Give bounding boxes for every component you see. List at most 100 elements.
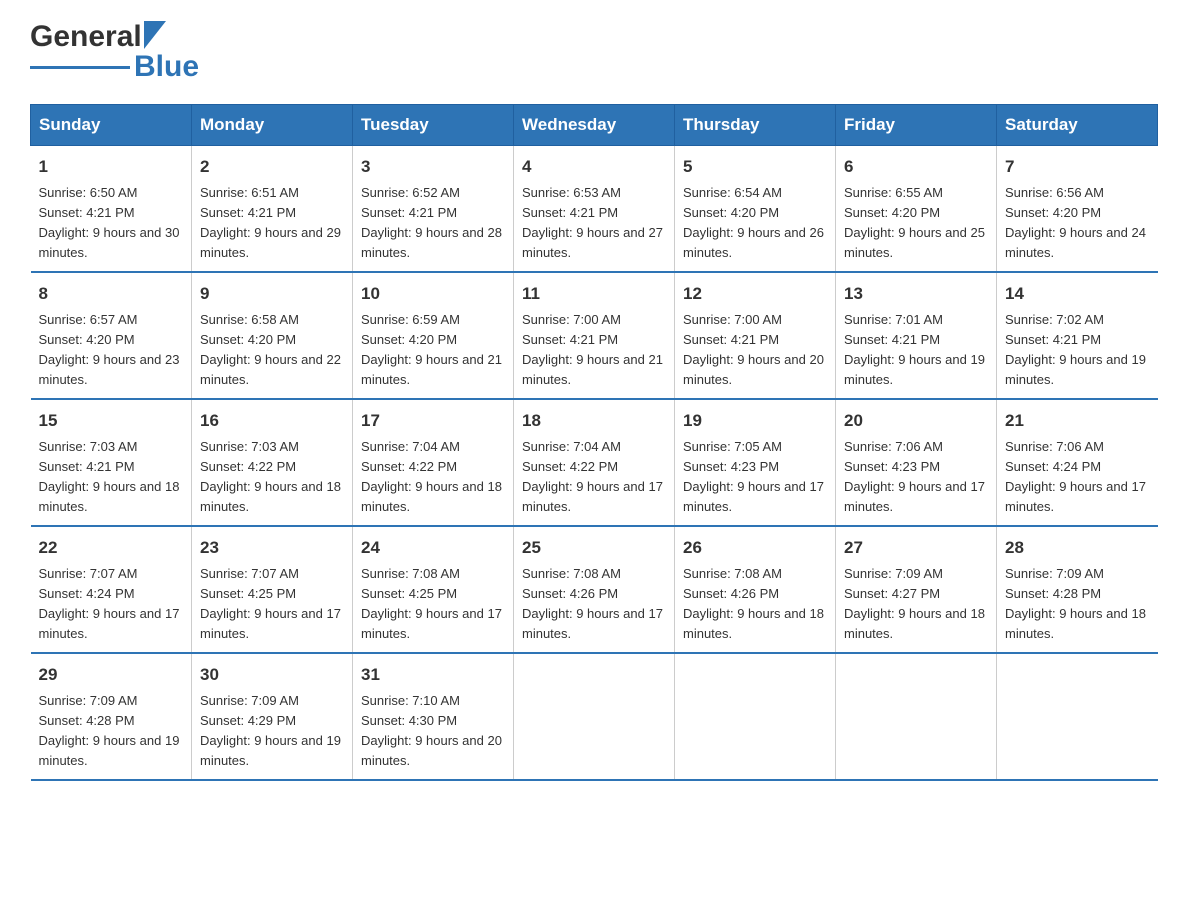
day-number: 22	[39, 535, 184, 561]
calendar-cell: 3Sunrise: 6:52 AMSunset: 4:21 PMDaylight…	[353, 146, 514, 273]
week-row-2: 8 Sunrise: 6:57 AMSunset: 4:20 PMDaylight…	[31, 272, 1158, 399]
day-info: Sunrise: 7:03 AMSunset: 4:22 PMDaylight:…	[200, 437, 344, 518]
header-tuesday: Tuesday	[353, 105, 514, 146]
day-number: 29	[39, 662, 184, 688]
day-info: Sunrise: 7:07 AMSunset: 4:25 PMDaylight:…	[200, 564, 344, 645]
day-number: 8	[39, 281, 184, 307]
week-row-5: 29 Sunrise: 7:09 AMSunset: 4:28 PMDayligh…	[31, 653, 1158, 780]
calendar-cell: 24 Sunrise: 7:08 AMSunset: 4:25 PMDayligh…	[353, 526, 514, 653]
calendar-cell: 13Sunrise: 7:01 AMSunset: 4:21 PMDayligh…	[836, 272, 997, 399]
day-info: Sunrise: 7:10 AMSunset: 4:30 PMDaylight:…	[361, 691, 505, 772]
calendar-cell: 25 Sunrise: 7:08 AMSunset: 4:26 PMDayligh…	[514, 526, 675, 653]
day-number: 20	[844, 408, 988, 434]
day-number: 9	[200, 281, 344, 307]
header-row: SundayMondayTuesdayWednesdayThursdayFrid…	[31, 105, 1158, 146]
header-monday: Monday	[192, 105, 353, 146]
calendar-cell: 9 Sunrise: 6:58 AMSunset: 4:20 PMDaylight…	[192, 272, 353, 399]
day-number: 24	[361, 535, 505, 561]
calendar-table: SundayMondayTuesdayWednesdayThursdayFrid…	[30, 104, 1158, 781]
day-number: 4	[522, 154, 666, 180]
calendar-cell: 26Sunrise: 7:08 AMSunset: 4:26 PMDayligh…	[675, 526, 836, 653]
header-sunday: Sunday	[31, 105, 192, 146]
logo-blue: Blue	[134, 50, 199, 84]
logo-general: General	[30, 20, 142, 54]
day-number: 10	[361, 281, 505, 307]
calendar-cell	[997, 653, 1158, 780]
day-info: Sunrise: 6:58 AMSunset: 4:20 PMDaylight:…	[200, 310, 344, 391]
day-number: 25	[522, 535, 666, 561]
day-info: Sunrise: 6:57 AMSunset: 4:20 PMDaylight:…	[39, 310, 184, 391]
calendar-cell: 28 Sunrise: 7:09 AMSunset: 4:28 PMDayligh…	[997, 526, 1158, 653]
day-info: Sunrise: 7:09 AMSunset: 4:28 PMDaylight:…	[39, 691, 184, 772]
day-info: Sunrise: 7:08 AMSunset: 4:26 PMDaylight:…	[522, 564, 666, 645]
day-info: Sunrise: 6:54 AMSunset: 4:20 PMDaylight:…	[683, 183, 827, 264]
day-info: Sunrise: 7:04 AMSunset: 4:22 PMDaylight:…	[522, 437, 666, 518]
day-number: 7	[1005, 154, 1150, 180]
day-number: 3	[361, 154, 505, 180]
calendar-cell: 7Sunrise: 6:56 AMSunset: 4:20 PMDaylight…	[997, 146, 1158, 273]
calendar-cell: 1Sunrise: 6:50 AMSunset: 4:21 PMDaylight…	[31, 146, 192, 273]
day-info: Sunrise: 7:06 AMSunset: 4:23 PMDaylight:…	[844, 437, 988, 518]
week-row-1: 1Sunrise: 6:50 AMSunset: 4:21 PMDaylight…	[31, 146, 1158, 273]
day-number: 2	[200, 154, 344, 180]
day-info: Sunrise: 7:00 AMSunset: 4:21 PMDaylight:…	[522, 310, 666, 391]
calendar-cell: 29 Sunrise: 7:09 AMSunset: 4:28 PMDayligh…	[31, 653, 192, 780]
calendar-cell: 5 Sunrise: 6:54 AMSunset: 4:20 PMDaylight…	[675, 146, 836, 273]
calendar-cell: 31 Sunrise: 7:10 AMSunset: 4:30 PMDayligh…	[353, 653, 514, 780]
day-number: 28	[1005, 535, 1150, 561]
day-number: 31	[361, 662, 505, 688]
calendar-cell: 30 Sunrise: 7:09 AMSunset: 4:29 PMDayligh…	[192, 653, 353, 780]
day-info: Sunrise: 6:59 AMSunset: 4:20 PMDaylight:…	[361, 310, 505, 391]
day-number: 14	[1005, 281, 1150, 307]
day-info: Sunrise: 7:05 AMSunset: 4:23 PMDaylight:…	[683, 437, 827, 518]
logo-triangle-icon	[144, 21, 166, 49]
day-info: Sunrise: 7:08 AMSunset: 4:26 PMDaylight:…	[683, 564, 827, 645]
day-info: Sunrise: 7:09 AMSunset: 4:27 PMDaylight:…	[844, 564, 988, 645]
week-row-3: 15 Sunrise: 7:03 AMSunset: 4:21 PMDayligh…	[31, 399, 1158, 526]
calendar-cell: 14Sunrise: 7:02 AMSunset: 4:21 PMDayligh…	[997, 272, 1158, 399]
page-header: General Blue	[30, 20, 1158, 84]
day-number: 12	[683, 281, 827, 307]
calendar-cell	[675, 653, 836, 780]
header-thursday: Thursday	[675, 105, 836, 146]
calendar-cell: 15 Sunrise: 7:03 AMSunset: 4:21 PMDayligh…	[31, 399, 192, 526]
header-friday: Friday	[836, 105, 997, 146]
calendar-cell: 17Sunrise: 7:04 AMSunset: 4:22 PMDayligh…	[353, 399, 514, 526]
calendar-cell: 12 Sunrise: 7:00 AMSunset: 4:21 PMDayligh…	[675, 272, 836, 399]
calendar-cell: 16 Sunrise: 7:03 AMSunset: 4:22 PMDayligh…	[192, 399, 353, 526]
header-saturday: Saturday	[997, 105, 1158, 146]
day-info: Sunrise: 7:09 AMSunset: 4:29 PMDaylight:…	[200, 691, 344, 772]
calendar-cell: 10 Sunrise: 6:59 AMSunset: 4:20 PMDayligh…	[353, 272, 514, 399]
day-info: Sunrise: 7:00 AMSunset: 4:21 PMDaylight:…	[683, 310, 827, 391]
calendar-cell: 19 Sunrise: 7:05 AMSunset: 4:23 PMDayligh…	[675, 399, 836, 526]
day-number: 27	[844, 535, 988, 561]
day-info: Sunrise: 7:08 AMSunset: 4:25 PMDaylight:…	[361, 564, 505, 645]
calendar-cell: 2Sunrise: 6:51 AMSunset: 4:21 PMDaylight…	[192, 146, 353, 273]
calendar-cell: 21Sunrise: 7:06 AMSunset: 4:24 PMDayligh…	[997, 399, 1158, 526]
calendar-cell: 23 Sunrise: 7:07 AMSunset: 4:25 PMDayligh…	[192, 526, 353, 653]
day-number: 30	[200, 662, 344, 688]
day-info: Sunrise: 7:03 AMSunset: 4:21 PMDaylight:…	[39, 437, 184, 518]
calendar-cell: 6 Sunrise: 6:55 AMSunset: 4:20 PMDaylight…	[836, 146, 997, 273]
calendar-cell: 27 Sunrise: 7:09 AMSunset: 4:27 PMDayligh…	[836, 526, 997, 653]
day-number: 5	[683, 154, 827, 180]
week-row-4: 22 Sunrise: 7:07 AMSunset: 4:24 PMDayligh…	[31, 526, 1158, 653]
day-number: 6	[844, 154, 988, 180]
day-number: 21	[1005, 408, 1150, 434]
header-wednesday: Wednesday	[514, 105, 675, 146]
day-number: 15	[39, 408, 184, 434]
day-number: 23	[200, 535, 344, 561]
day-info: Sunrise: 6:50 AMSunset: 4:21 PMDaylight:…	[39, 183, 184, 264]
day-info: Sunrise: 7:04 AMSunset: 4:22 PMDaylight:…	[361, 437, 505, 518]
calendar-cell	[514, 653, 675, 780]
day-info: Sunrise: 6:55 AMSunset: 4:20 PMDaylight:…	[844, 183, 988, 264]
calendar-cell	[836, 653, 997, 780]
day-number: 18	[522, 408, 666, 434]
logo: General Blue	[30, 20, 199, 84]
day-number: 16	[200, 408, 344, 434]
calendar-cell: 20 Sunrise: 7:06 AMSunset: 4:23 PMDayligh…	[836, 399, 997, 526]
day-info: Sunrise: 7:09 AMSunset: 4:28 PMDaylight:…	[1005, 564, 1150, 645]
day-info: Sunrise: 7:07 AMSunset: 4:24 PMDaylight:…	[39, 564, 184, 645]
calendar-cell: 4Sunrise: 6:53 AMSunset: 4:21 PMDaylight…	[514, 146, 675, 273]
day-number: 19	[683, 408, 827, 434]
